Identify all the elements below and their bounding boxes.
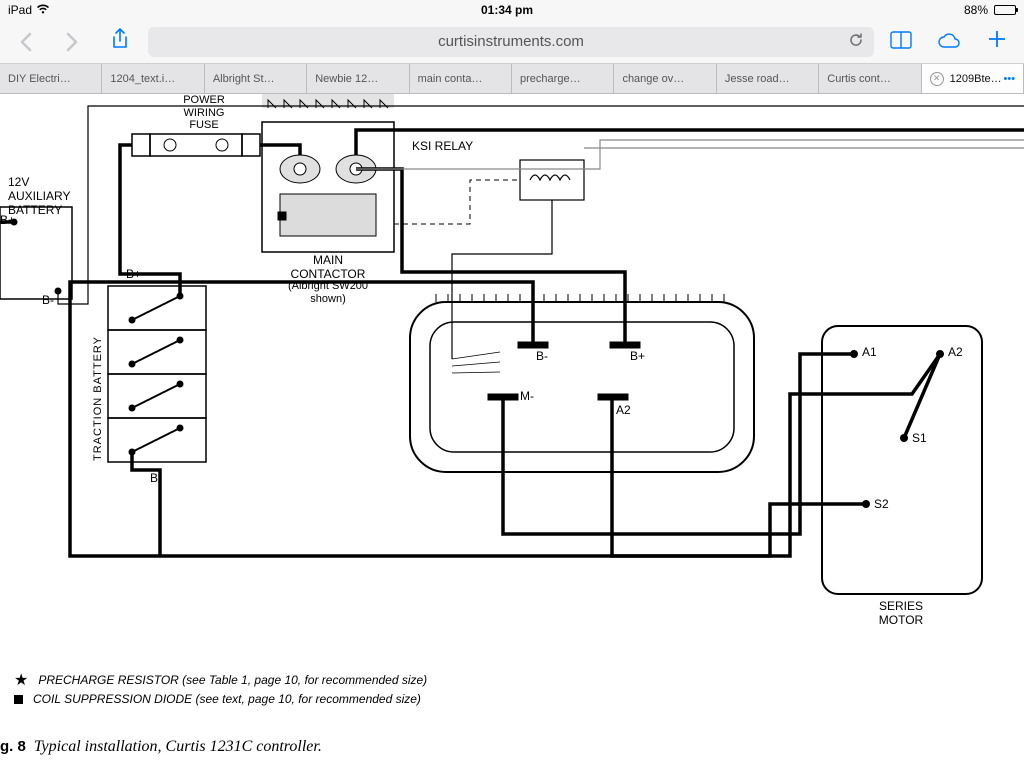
label-ctrl-a2: A2 [616,404,631,418]
wiring-diagram [0,94,1024,768]
tab-strip: DIY Electri… 1204_text.i… Albright St… N… [0,64,1024,94]
tab-9-active[interactable]: ✕ 1209Bte… ••• [922,64,1024,93]
label-ksi-relay: KSI RELAY [412,140,473,154]
reload-icon[interactable] [848,32,864,52]
forward-button[interactable] [52,24,92,60]
legend-precharge: ★ PRECHARGE RESISTOR (see Table 1, page … [14,670,427,690]
tab-label: Curtis cont… [827,73,891,85]
label-trac-bplus: B+ [126,268,141,282]
square-icon [14,695,23,704]
battery-icon [994,5,1016,15]
battery-percent: 88% [964,3,988,17]
tab-label: Albright St… [213,73,275,85]
label-main-contactor-sub: (Albright SW200shown) [272,280,384,305]
page-content[interactable]: POWERWIRINGFUSE KSI RELAY 12VAUXILIARYBA… [0,94,1024,768]
label-aux-bplus: B+ [0,214,15,228]
label-traction-battery: TRACTION BATTERY [92,336,104,461]
tab-label: DIY Electri… [8,73,71,85]
browser-toolbar: curtisinstruments.com [0,20,1024,64]
legend-text: COIL SUPPRESSION DIODE (see text, page 1… [33,692,421,706]
label-aux-battery: 12VAUXILIARYBATTERY [8,176,88,217]
bookmarks-button[interactable] [880,29,922,55]
label-main-contactor: MAINCONTACTOR [278,254,378,282]
ios-status-bar: iPad 01:34 pm 88% [0,0,1024,20]
label-power-wiring-fuse: POWERWIRINGFUSE [172,94,236,132]
new-tab-button[interactable] [976,29,1018,55]
tab-label: 1209Bte… [950,73,1002,85]
label-motor-s1: S1 [912,432,927,446]
legend-text: PRECHARGE RESISTOR (see Table 1, page 10… [38,673,427,687]
legend-coil: COIL SUPPRESSION DIODE (see text, page 1… [14,692,421,706]
clock: 01:34 pm [481,3,533,17]
tab-4[interactable]: main conta… [410,64,512,93]
label-trac-bminus: B- [150,472,162,486]
tab-8[interactable]: Curtis cont… [819,64,921,93]
url-text: curtisinstruments.com [438,33,584,50]
label-ctrl-mminus: M- [520,390,534,404]
tab-5[interactable]: precharge… [512,64,614,93]
tab-label: main conta… [418,73,483,85]
caption-text: Typical installation, Curtis 1231C contr… [34,738,322,755]
tab-label: Newbie 12… [315,73,378,85]
close-tab-icon[interactable]: ✕ [930,72,944,86]
tab-label: precharge… [520,73,581,85]
tab-3[interactable]: Newbie 12… [307,64,409,93]
tab-label: change ov… [622,73,684,85]
tab-7[interactable]: Jesse road… [717,64,819,93]
label-motor-a1: A1 [862,346,877,360]
wifi-icon [36,3,50,18]
label-motor-s2: S2 [874,498,889,512]
tab-label: 1204_text.i… [110,73,175,85]
tab-label: Jesse road… [725,73,790,85]
label-ctrl-bminus: B- [536,350,548,364]
back-button[interactable] [6,24,46,60]
label-series-motor: SERIESMOTOR [866,600,936,628]
figure-caption: g. 8 Typical installation, Curtis 1231C … [0,738,322,756]
cloud-tabs-button[interactable] [928,29,970,55]
star-icon: ★ [14,670,28,690]
tab-1[interactable]: 1204_text.i… [102,64,204,93]
label-motor-a2: A2 [948,346,963,360]
tab-2[interactable]: Albright St… [205,64,307,93]
device-label: iPad [8,3,32,17]
url-field[interactable]: curtisinstruments.com [148,27,874,57]
tab-0[interactable]: DIY Electri… [0,64,102,93]
label-aux-bminus: B- [42,294,54,308]
share-button[interactable] [98,28,142,56]
more-icon[interactable]: ••• [1004,73,1016,85]
label-ctrl-bplus: B+ [630,350,645,364]
caption-fig: g. 8 [0,738,26,755]
tab-6[interactable]: change ov… [614,64,716,93]
